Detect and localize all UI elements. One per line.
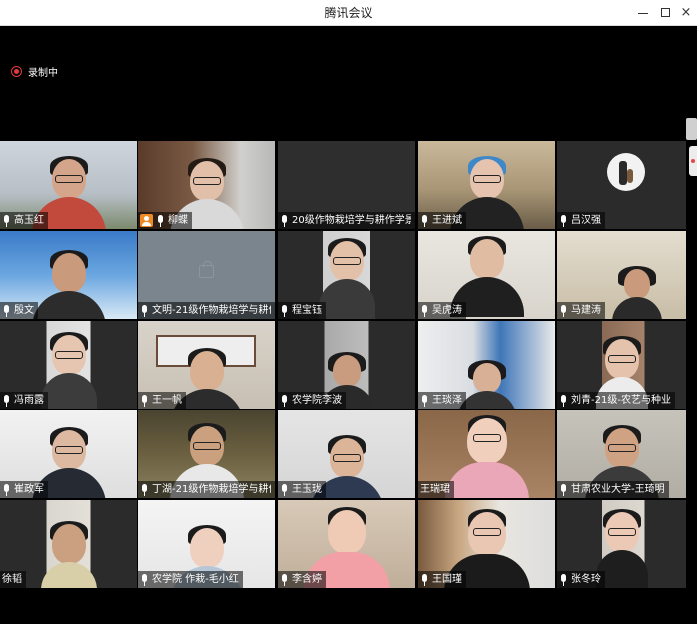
- mic-icon: [280, 214, 289, 227]
- video-tile[interactable]: 甘肃农业大学-王琦明: [557, 410, 686, 498]
- video-tile[interactable]: 丁湖-21级作物栽培学与耕作: [138, 410, 275, 498]
- close-button[interactable]: ×: [677, 4, 695, 22]
- participant-name-bar: 王玉珑: [278, 481, 326, 498]
- mic-icon: [140, 573, 149, 586]
- mic-icon: [559, 394, 568, 407]
- mic-icon: [280, 573, 289, 586]
- mic-icon: [420, 394, 429, 407]
- participant-name-bar: 王瑞珺: [418, 481, 454, 498]
- recording-indicator[interactable]: 录制中: [11, 64, 58, 79]
- video-tile[interactable]: 柳蝶: [138, 141, 275, 229]
- video-tile[interactable]: 20级作物栽培学与耕作学景: [278, 141, 415, 229]
- mic-icon: [2, 394, 11, 407]
- camera-off-icon: [199, 261, 214, 278]
- video-tile[interactable]: 王瑞珺: [418, 410, 555, 498]
- video-tile[interactable]: 文明-21级作物栽培学与耕作: [138, 231, 275, 319]
- participant-name-bar: 张冬玲: [557, 571, 605, 588]
- participant-name-bar: 丁湖-21级作物栽培学与耕作: [138, 481, 275, 498]
- video-tile[interactable]: 吴虎涛: [418, 231, 555, 319]
- window-title: 腾讯会议: [324, 6, 373, 20]
- mic-icon: [280, 483, 289, 496]
- mic-icon: [280, 304, 289, 317]
- mic-icon: [280, 394, 289, 407]
- mic-icon: [140, 483, 149, 496]
- video-tile[interactable]: 吕汉强: [557, 141, 686, 229]
- participant-name-bar: 吕汉强: [557, 212, 605, 229]
- mic-icon: [420, 214, 429, 227]
- participant-name-bar: 20级作物栽培学与耕作学景: [278, 212, 415, 229]
- participant-name-bar: 农学院李波: [278, 392, 346, 409]
- video-grid: 高玉红 柳蝶 20级作物栽培学与耕作学景 王进斌 吕汉强 殷文 文明-21级作物…: [0, 141, 697, 588]
- video-tile[interactable]: 农学院李波: [278, 321, 415, 409]
- video-tile[interactable]: 冯雨露: [0, 321, 137, 409]
- participant-name-bar: 殷文: [0, 302, 38, 319]
- video-tile[interactable]: 程宝钰: [278, 231, 415, 319]
- participant-name-bar: 高玉红: [0, 212, 48, 229]
- participant-video: [29, 250, 109, 319]
- close-icon: ×: [680, 5, 692, 20]
- video-tile[interactable]: 王琰泽: [418, 321, 555, 409]
- participant-video: [607, 266, 667, 319]
- participant-name-bar: 程宝钰: [278, 302, 326, 319]
- participant-name-bar: 文明-21级作物栽培学与耕作: [138, 302, 275, 319]
- participant-name-bar: 刘青-21级-农艺与种业: [557, 392, 675, 409]
- mic-icon: [420, 304, 429, 317]
- mic-icon: [140, 394, 149, 407]
- mic-icon: [140, 304, 149, 317]
- record-icon: [11, 65, 22, 77]
- video-tile[interactable]: 王玉珑: [278, 410, 415, 498]
- minimize-icon: [638, 13, 648, 14]
- mic-icon: [2, 304, 11, 317]
- participant-name-bar: 王国瑾: [418, 571, 466, 588]
- participant-name-bar: 马建涛: [557, 302, 605, 319]
- video-tile[interactable]: 殷文: [0, 231, 137, 319]
- video-tile[interactable]: 刘青-21级-农艺与种业: [557, 321, 686, 409]
- participant-video: [39, 521, 99, 588]
- participant-name-bar: 吴虎涛: [418, 302, 466, 319]
- mic-icon: [559, 573, 568, 586]
- participant-name-bar: 崔政军: [0, 481, 48, 498]
- participant-name-bar: 李含婷: [278, 571, 326, 588]
- video-tile[interactable]: 王国瑾: [418, 500, 555, 588]
- video-tile[interactable]: 李含婷: [278, 500, 415, 588]
- mic-icon: [2, 214, 11, 227]
- video-tile[interactable]: 高玉红: [0, 141, 137, 229]
- participant-name-bar: 徐韬: [0, 571, 26, 588]
- video-tile[interactable]: 王一帆: [138, 321, 275, 409]
- participant-name-bar: 王琰泽: [418, 392, 466, 409]
- maximize-button[interactable]: [656, 4, 674, 22]
- mic-icon: [2, 483, 11, 496]
- mic-icon: [559, 483, 568, 496]
- participant-name-bar: 农学院 作栽-毛小红: [138, 571, 243, 588]
- participant-name-bar: 甘肃农业大学-王琦明: [557, 481, 669, 498]
- title-bar: 腾讯会议 ×: [0, 0, 697, 26]
- scrollbar-handle[interactable]: [686, 118, 697, 140]
- mic-icon: [420, 573, 429, 586]
- participant-name-bar: 王一帆: [138, 392, 186, 409]
- mic-icon: [156, 214, 165, 227]
- mic-icon: [559, 304, 568, 317]
- participant-name-bar: 柳蝶: [138, 212, 192, 229]
- participant-avatar: [607, 153, 645, 191]
- participant-name-bar: 王进斌: [418, 212, 466, 229]
- video-tile[interactable]: 王进斌: [418, 141, 555, 229]
- video-tile[interactable]: 徐韬: [0, 500, 137, 588]
- recording-label: 录制中: [28, 67, 58, 79]
- participant-name-bar: 冯雨露: [0, 392, 48, 409]
- video-tile[interactable]: 张冬玲: [557, 500, 686, 588]
- video-tile[interactable]: 农学院 作栽-毛小红: [138, 500, 275, 588]
- participant-video: [442, 415, 532, 498]
- video-tile[interactable]: 崔政军: [0, 410, 137, 498]
- minimize-button[interactable]: [634, 4, 652, 22]
- video-tile[interactable]: 马建涛: [557, 231, 686, 319]
- host-icon: [140, 214, 153, 227]
- mic-icon: [559, 214, 568, 227]
- maximize-icon: [660, 8, 670, 17]
